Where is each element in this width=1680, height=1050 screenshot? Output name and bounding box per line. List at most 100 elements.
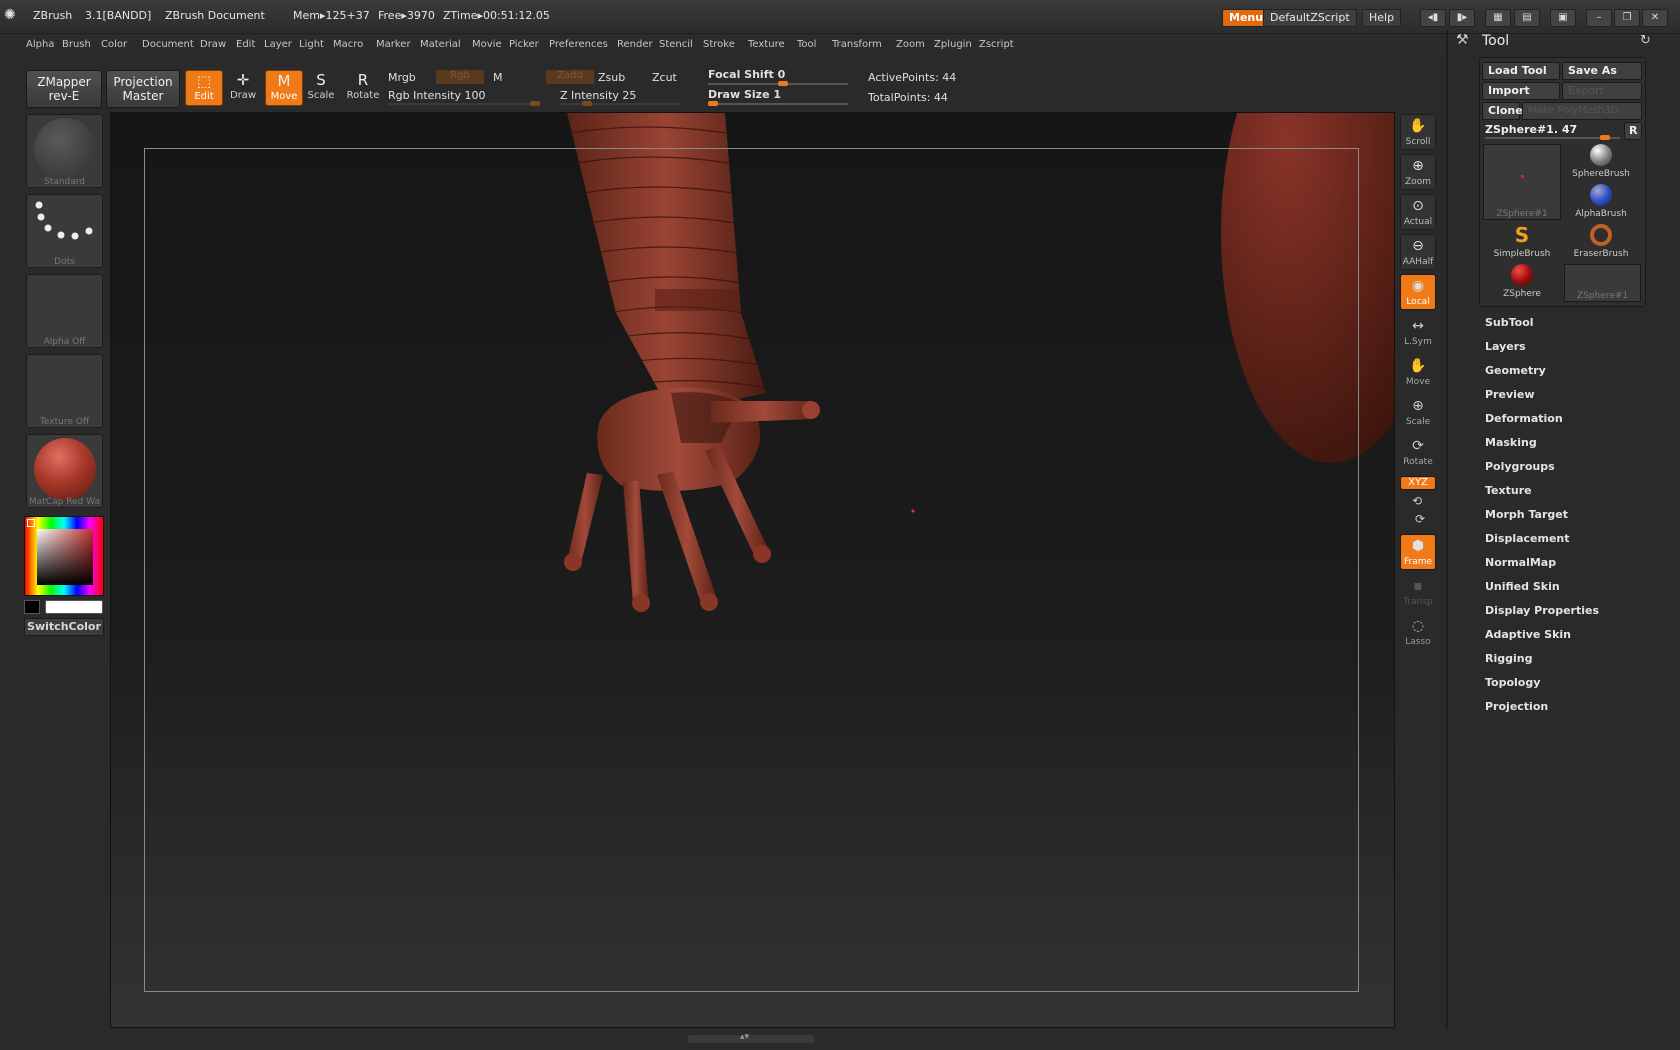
edit-button[interactable]: ⬚ Edit: [185, 70, 223, 106]
subpalette-projection[interactable]: Projection: [1485, 700, 1548, 713]
load-tool-button[interactable]: Load Tool: [1482, 62, 1560, 80]
subpalette-normalmap[interactable]: NormalMap: [1485, 556, 1556, 569]
stroke-dots-slot[interactable]: Dots: [26, 194, 103, 268]
subpalette-polygroups[interactable]: Polygroups: [1485, 460, 1555, 473]
brush-standard-slot[interactable]: Standard: [26, 114, 103, 188]
menu-macro[interactable]: Macro: [333, 39, 363, 50]
rgb-intensity-slider[interactable]: [388, 103, 538, 105]
actual-button[interactable]: ⊙ Actual: [1400, 194, 1436, 230]
brush-zsphere[interactable]: ZSphere: [1483, 264, 1561, 299]
draw-size-slider[interactable]: [708, 103, 848, 105]
minimize-icon[interactable]: –: [1586, 9, 1612, 27]
scale-view-button[interactable]: ⊕ Scale: [1400, 394, 1436, 430]
lock-icon[interactable]: ▣: [1550, 9, 1576, 27]
expand-ui-icon[interactable]: ▮▸: [1449, 9, 1475, 27]
color-picker-square[interactable]: [37, 529, 93, 585]
z-intensity-slider[interactable]: [560, 103, 680, 105]
layout-icon[interactable]: ▦: [1485, 9, 1511, 27]
subpalette-rigging[interactable]: Rigging: [1485, 652, 1532, 665]
projection-master-button[interactable]: Projection Master: [106, 70, 180, 108]
alpha-off-slot[interactable]: Alpha Off: [26, 274, 103, 348]
move-view-button[interactable]: ✋ Move: [1400, 354, 1436, 390]
menu-preferences[interactable]: Preferences: [549, 39, 608, 50]
zmapper-button[interactable]: ZMapper rev-E: [26, 70, 102, 108]
menu-zplugin[interactable]: Zplugin: [934, 39, 972, 50]
subpalette-preview[interactable]: Preview: [1485, 388, 1535, 401]
zadd-button[interactable]: Zadd: [546, 70, 594, 84]
menu-zoom[interactable]: Zoom: [896, 39, 925, 50]
subpalette-topology[interactable]: Topology: [1485, 676, 1540, 689]
local-button[interactable]: ◉ Local: [1400, 274, 1436, 310]
menu-color[interactable]: Color: [101, 39, 127, 50]
scroll-button[interactable]: ✋ Scroll: [1400, 114, 1436, 150]
mrgb-button[interactable]: Mrgb: [388, 71, 416, 84]
subpalette-displacement[interactable]: Displacement: [1485, 532, 1570, 545]
m-button[interactable]: M: [493, 71, 503, 84]
layout-alt-icon[interactable]: ▤: [1514, 9, 1540, 27]
subpalette-display-properties[interactable]: Display Properties: [1485, 604, 1599, 617]
move-button[interactable]: M Move: [265, 70, 303, 106]
z-intensity-knob[interactable]: [582, 101, 592, 106]
subpalette-morph-target[interactable]: Morph Target: [1485, 508, 1568, 521]
default-zscript-button[interactable]: DefaultZScript: [1263, 9, 1357, 27]
menu-draw[interactable]: Draw: [200, 39, 226, 50]
menu-light[interactable]: Light: [299, 39, 324, 50]
brush-zsphere1-small-slot[interactable]: ZSphere#1: [1564, 264, 1641, 302]
brush-zsphere1-slot[interactable]: ZSphere#1: [1483, 144, 1561, 220]
color-picker[interactable]: [24, 516, 104, 596]
menu-transform[interactable]: Transform: [832, 39, 882, 50]
matcap-slot[interactable]: MatCap Red Wa: [26, 434, 103, 508]
draw-button[interactable]: ✛ Draw: [224, 70, 262, 106]
menu-render[interactable]: Render: [617, 39, 653, 50]
r-button[interactable]: R: [1624, 122, 1642, 140]
transp-button[interactable]: ▪ Transp: [1400, 574, 1436, 610]
menu-movie[interactable]: Movie: [472, 39, 502, 50]
menu-stroke[interactable]: Stroke: [703, 39, 735, 50]
zcut-button[interactable]: Zcut: [652, 71, 677, 84]
subpalette-subtool[interactable]: SubTool: [1485, 316, 1534, 329]
export-button[interactable]: Export: [1562, 82, 1642, 100]
save-as-button[interactable]: Save As: [1562, 62, 1642, 80]
secondary-color-swatch[interactable]: [24, 600, 40, 614]
menu-material[interactable]: Material: [420, 39, 461, 50]
scale-button[interactable]: S Scale: [302, 70, 340, 106]
subpalette-geometry[interactable]: Geometry: [1485, 364, 1546, 377]
menu-brush[interactable]: Brush: [62, 39, 91, 50]
brush-spherebrush[interactable]: SphereBrush: [1562, 144, 1640, 179]
texture-off-slot[interactable]: Texture Off: [26, 354, 103, 428]
zoom-button[interactable]: ⊕ Zoom: [1400, 154, 1436, 190]
brush-alphabrush[interactable]: AlphaBrush: [1562, 184, 1640, 219]
bottom-tray-handle[interactable]: [688, 1035, 814, 1043]
rgb-intensity-knob[interactable]: [530, 101, 540, 106]
current-tool-knob[interactable]: [1600, 135, 1610, 140]
subpalette-texture[interactable]: Texture: [1485, 484, 1532, 497]
lasso-button[interactable]: ◌ Lasso: [1400, 614, 1436, 650]
menu-zscript[interactable]: Zscript: [979, 39, 1014, 50]
subpalette-masking[interactable]: Masking: [1485, 436, 1537, 449]
menu-picker[interactable]: Picker: [509, 39, 539, 50]
aahalf-button[interactable]: ⊖ AAHalf: [1400, 234, 1436, 270]
help-button[interactable]: Help: [1362, 9, 1402, 27]
subpalette-unified-skin[interactable]: Unified Skin: [1485, 580, 1560, 593]
rotate-y-icon[interactable]: ⟲: [1412, 494, 1422, 508]
rotate-button[interactable]: R Rotate: [344, 70, 382, 106]
menu-document[interactable]: Document: [142, 39, 194, 50]
brush-eraserbrush[interactable]: EraserBrush: [1562, 224, 1640, 259]
import-button[interactable]: Import: [1482, 82, 1560, 100]
shrink-ui-icon[interactable]: ◂▮: [1420, 9, 1446, 27]
subpalette-layers[interactable]: Layers: [1485, 340, 1526, 353]
close-icon[interactable]: ✕: [1642, 9, 1668, 27]
primary-color-swatch[interactable]: [45, 600, 103, 614]
brush-simplebrush[interactable]: S SimpleBrush: [1483, 224, 1561, 259]
menu-stencil[interactable]: Stencil: [659, 39, 693, 50]
make-polymesh-button[interactable]: Make PolyMesh3D: [1522, 102, 1642, 120]
rotate-view-button[interactable]: ⟳ Rotate: [1400, 434, 1436, 470]
tray-toggle-icon[interactable]: ▴▾: [740, 1032, 749, 1042]
subpalette-deformation[interactable]: Deformation: [1485, 412, 1563, 425]
zsub-button[interactable]: Zsub: [598, 71, 625, 84]
menu-marker[interactable]: Marker: [376, 39, 411, 50]
subpalette-adaptive-skin[interactable]: Adaptive Skin: [1485, 628, 1571, 641]
menu-texture[interactable]: Texture: [748, 39, 785, 50]
rgb-button[interactable]: Rgb: [436, 70, 484, 84]
restore-icon[interactable]: ❐: [1614, 9, 1640, 27]
